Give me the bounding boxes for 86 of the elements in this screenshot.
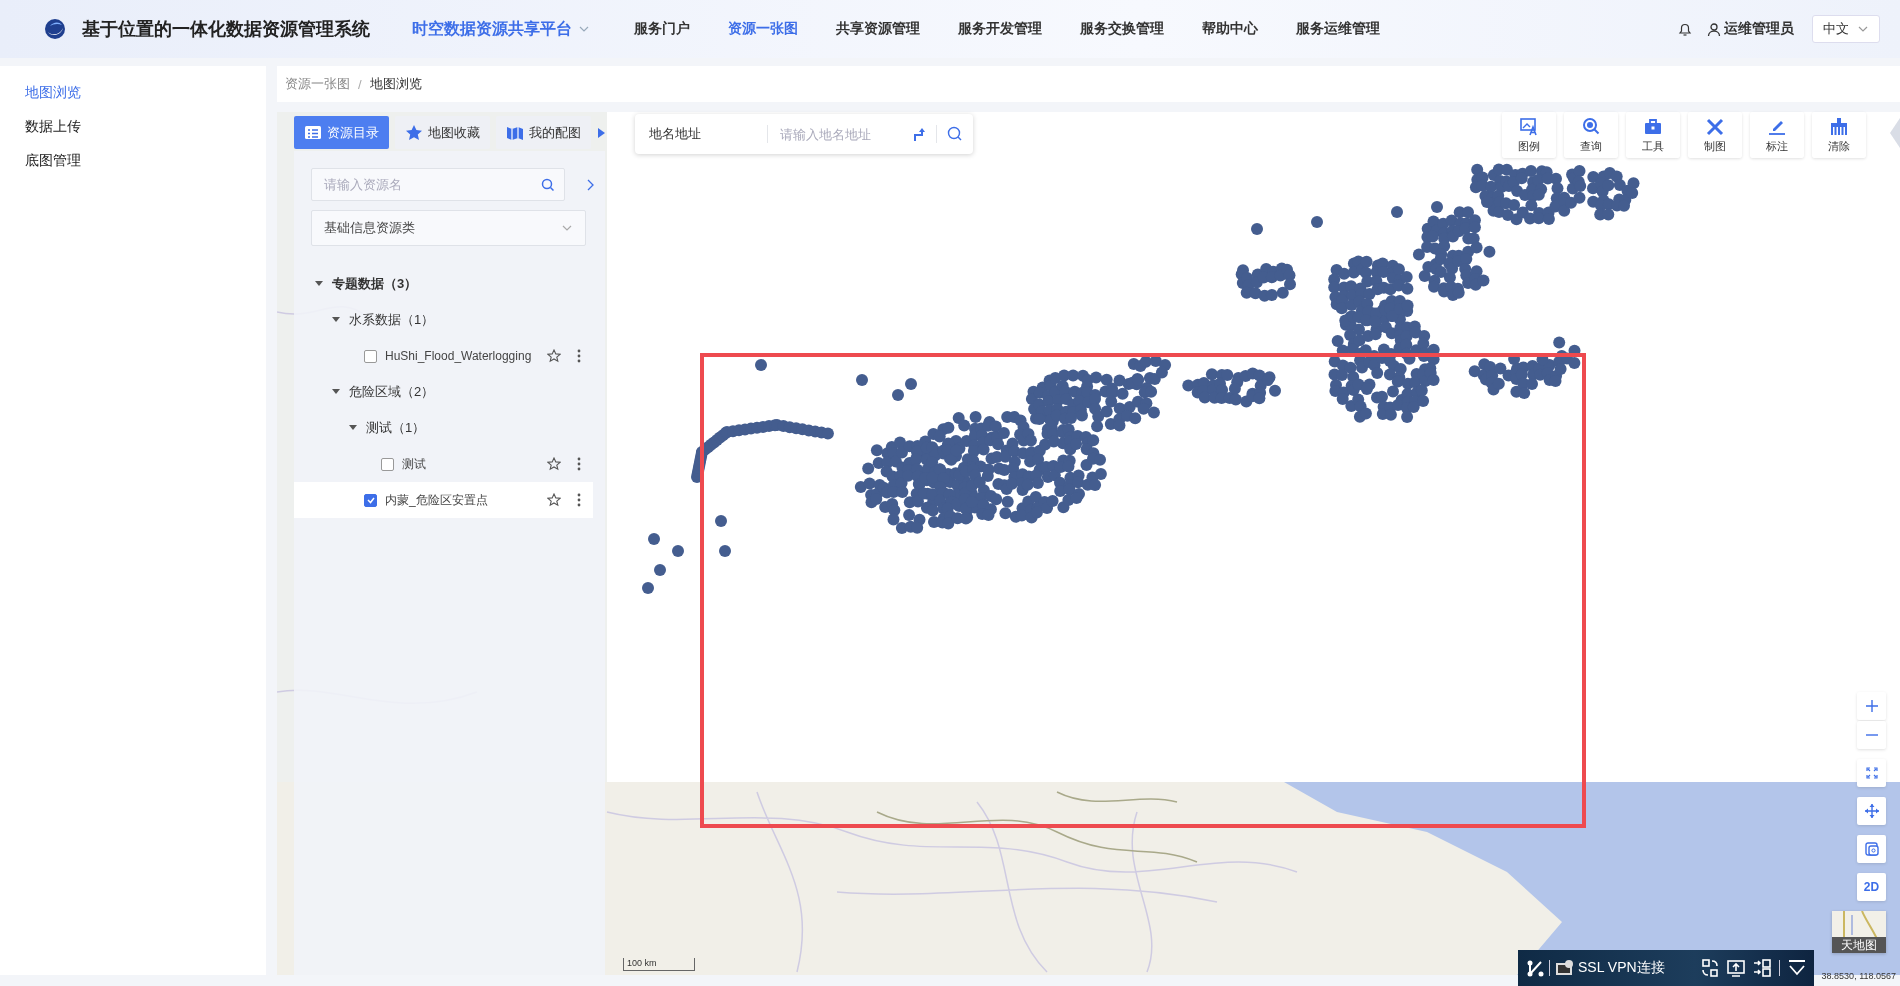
checkbox[interactable] bbox=[381, 457, 394, 471]
basemap-thumbnail-icon bbox=[1832, 911, 1886, 937]
view-mode-button[interactable]: 2D bbox=[1857, 873, 1886, 901]
crossed-tools-icon bbox=[1705, 116, 1725, 137]
layer-name: HuShi_Flood_Waterlogging bbox=[385, 349, 533, 363]
more-icon[interactable] bbox=[577, 349, 581, 363]
nav-link[interactable]: 服务开发管理 bbox=[958, 20, 1042, 38]
fullscreen-icon bbox=[1865, 767, 1878, 779]
logo-icon bbox=[44, 18, 66, 40]
bell-icon[interactable] bbox=[1677, 21, 1693, 37]
search-type-select[interactable]: 地名地址 bbox=[649, 125, 769, 143]
language-select[interactable]: 中文 bbox=[1812, 15, 1880, 43]
star-icon[interactable] bbox=[547, 493, 561, 507]
list-icon bbox=[304, 123, 322, 142]
app-title: 基于位置的一体化数据资源管理系统 bbox=[82, 18, 370, 41]
checkbox[interactable] bbox=[364, 349, 377, 363]
toolbar-button[interactable]: 图例 bbox=[1502, 112, 1556, 158]
nav-link[interactable]: 共享资源管理 bbox=[836, 20, 920, 38]
fullscreen-button[interactable] bbox=[1857, 759, 1886, 787]
search-icon bbox=[1581, 116, 1601, 137]
toolbar-button[interactable]: 制图 bbox=[1688, 112, 1742, 158]
breadcrumb-link[interactable]: 资源一张图 bbox=[285, 75, 350, 93]
address-input[interactable]: 请输入地名地址 bbox=[778, 125, 903, 143]
switch-icon[interactable] bbox=[1701, 959, 1719, 977]
sidebar-item[interactable]: 地图浏览 bbox=[0, 76, 266, 110]
move-icon bbox=[1864, 804, 1879, 818]
toolbox-icon bbox=[1643, 116, 1663, 137]
scale-bar: 100 km bbox=[623, 958, 695, 971]
nav-link[interactable]: 资源一张图 bbox=[728, 20, 798, 38]
pan-button[interactable] bbox=[1857, 797, 1886, 825]
computer-cloud-icon bbox=[1555, 959, 1573, 977]
more-icon[interactable] bbox=[577, 457, 581, 471]
check-icon bbox=[365, 495, 376, 505]
sidebar-item[interactable]: 数据上传 bbox=[0, 110, 266, 144]
network-icon[interactable] bbox=[1526, 959, 1544, 977]
tree-node[interactable]: 水系数据（1） bbox=[294, 302, 593, 338]
layers-icon bbox=[1864, 842, 1879, 856]
category-select[interactable]: 基础信息资源类 bbox=[311, 210, 586, 246]
layer-name: 测试 bbox=[402, 455, 427, 473]
nav-link[interactable]: 服务门户 bbox=[634, 20, 690, 38]
tree-item[interactable]: 测试 bbox=[294, 446, 593, 482]
vpn-label: SSL VPN连接 bbox=[1578, 959, 1665, 977]
user-icon bbox=[1707, 21, 1721, 37]
play-icon[interactable] bbox=[597, 126, 606, 139]
upload-screen-icon[interactable] bbox=[1727, 959, 1745, 977]
resource-search-field[interactable]: 请输入资源名 bbox=[311, 168, 565, 201]
star-icon[interactable] bbox=[547, 457, 561, 471]
checkbox[interactable] bbox=[364, 493, 377, 507]
collapse-icon[interactable] bbox=[1788, 959, 1806, 977]
nav-link[interactable]: 服务运维管理 bbox=[1296, 20, 1380, 38]
route-icon[interactable] bbox=[912, 126, 927, 142]
plus-icon bbox=[1865, 700, 1878, 712]
star-icon[interactable] bbox=[547, 349, 561, 363]
zoom-out-button[interactable] bbox=[1857, 721, 1886, 749]
breadcrumb-separator: / bbox=[358, 76, 362, 92]
tree-node[interactable]: 测试（1） bbox=[294, 410, 593, 446]
tree-node[interactable]: 专题数据（3） bbox=[294, 266, 593, 302]
user-menu[interactable]: 运维管理员 bbox=[1707, 20, 1794, 38]
search-icon[interactable] bbox=[947, 126, 963, 142]
tree-node[interactable]: 危险区域（2） bbox=[294, 374, 593, 410]
nav-link[interactable]: 帮助中心 bbox=[1202, 20, 1258, 38]
sidebar-item[interactable]: 底图管理 bbox=[0, 144, 266, 178]
panel-tab[interactable]: 我的配图 bbox=[496, 116, 591, 149]
toolbar-button[interactable]: 清除 bbox=[1812, 112, 1866, 158]
transfer-icon[interactable] bbox=[1753, 959, 1771, 977]
more-icon[interactable] bbox=[577, 493, 581, 507]
layers-button[interactable] bbox=[1857, 835, 1886, 863]
toolbar-button[interactable]: 标注 bbox=[1750, 112, 1804, 158]
brush-icon bbox=[1829, 116, 1849, 137]
search-icon[interactable] bbox=[541, 178, 555, 192]
layer-name: 内蒙_危险区安置点 bbox=[385, 491, 489, 509]
breadcrumb-link[interactable]: 地图浏览 bbox=[369, 75, 422, 93]
tree-item[interactable]: HuShi_Flood_Waterlogging bbox=[294, 338, 593, 374]
coordinates-readout: 38.8530, 118.0567 bbox=[1821, 971, 1896, 981]
platform-dropdown[interactable]: 时空数据资源共享平台 bbox=[412, 18, 590, 40]
basemap-switcher[interactable]: 天地图 bbox=[1832, 911, 1886, 953]
legend-icon bbox=[1519, 116, 1539, 137]
tree-item[interactable]: 内蒙_危险区安置点 bbox=[294, 482, 593, 518]
panel-tab[interactable]: 地图收藏 bbox=[395, 116, 490, 149]
star-icon bbox=[405, 123, 423, 142]
toolbar-button[interactable]: 查询 bbox=[1564, 112, 1618, 158]
zoom-in-button[interactable] bbox=[1857, 692, 1886, 720]
toolbar-button[interactable]: 工具 bbox=[1626, 112, 1680, 158]
nav-link[interactable]: 服务交换管理 bbox=[1080, 20, 1164, 38]
panel-tab[interactable]: 资源目录 bbox=[294, 116, 389, 149]
chevron-right-icon[interactable] bbox=[585, 178, 595, 191]
